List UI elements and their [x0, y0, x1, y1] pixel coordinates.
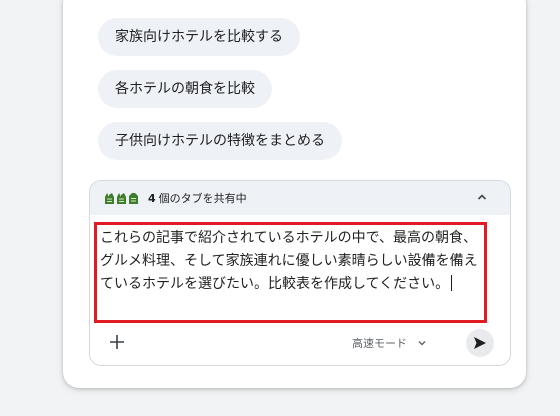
text-caret [451, 275, 453, 291]
mode-selector[interactable]: 高速モード [352, 333, 427, 353]
assistant-panel: 家族向けホテルを比較する 各ホテルの朝食を比較 子供向けホテルの特徴をまとめる … [63, 0, 526, 388]
shared-tabs-label: 4 個のタブを共有中 [148, 190, 247, 206]
tab-favicon-icon [105, 192, 114, 204]
prompt-text: これらの記事で紹介されているホテルの中で、最高の朝食、グルメ料理、そして家族連れ… [100, 230, 478, 292]
prompt-input[interactable]: これらの記事で紹介されているホテルの中で、最高の朝食、グルメ料理、そして家族連れ… [94, 222, 487, 323]
shared-tab-icons [104, 192, 140, 205]
suggestion-chip-compare-family-hotels[interactable]: 家族向けホテルを比較する [98, 18, 300, 56]
chevron-down-icon [418, 341, 426, 346]
tab-favicon-icon [117, 192, 126, 204]
send-button[interactable] [466, 329, 494, 357]
shared-tabs-text: 個のタブを共有中 [158, 192, 247, 205]
suggestion-chip-compare-breakfast[interactable]: 各ホテルの朝食を比較 [98, 70, 272, 108]
prompt-composer: 4 個のタブを共有中 これらの記事で紹介されているホテルの中で、最高の朝食、グルメ… [89, 180, 511, 366]
shared-tabs-count: 4 [148, 192, 156, 205]
suggestion-chip-summarize-kids-features[interactable]: 子供向けホテルの特徴をまとめる [98, 122, 342, 160]
send-icon [474, 337, 486, 349]
mode-label: 高速モード [352, 337, 407, 350]
plus-icon[interactable] [106, 331, 128, 353]
chevron-up-icon[interactable] [474, 189, 490, 205]
shared-tabs-bar[interactable]: 4 個のタブを共有中 [90, 181, 510, 215]
tab-favicon-icon [129, 192, 138, 204]
